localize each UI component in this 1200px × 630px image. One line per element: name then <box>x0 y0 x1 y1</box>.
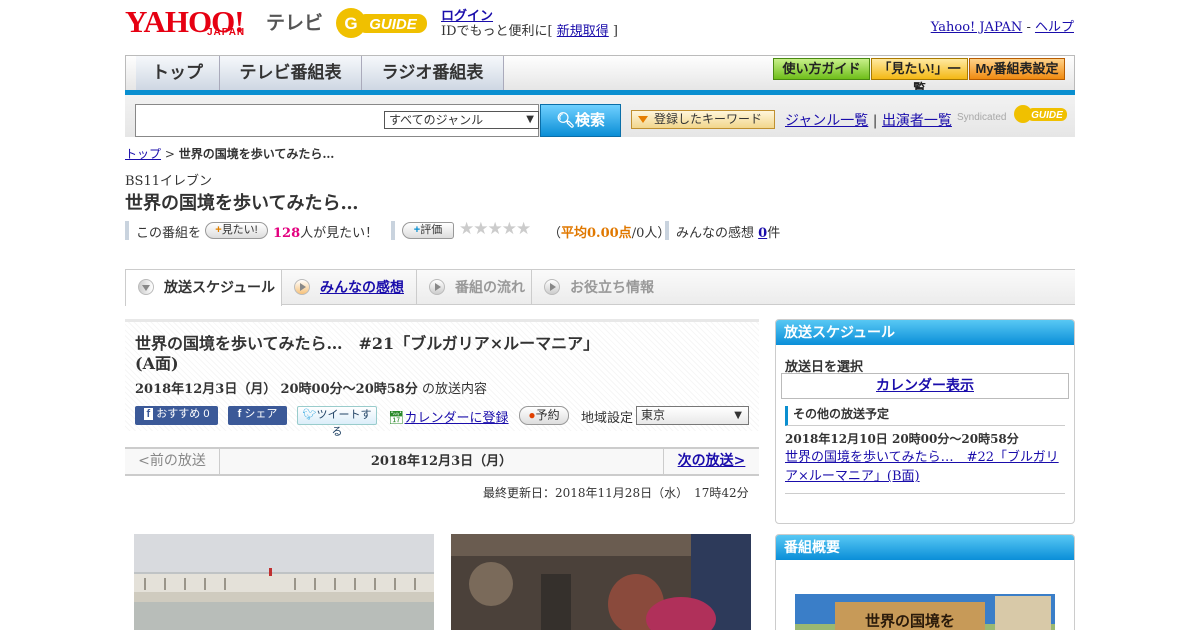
yahoo-japan-logo-subtext: JAPAN <box>207 27 246 38</box>
login-prompt: IDでもっと便利に[ 新規取得 ] <box>441 24 618 39</box>
reserve-button[interactable]: ●予約 <box>519 406 569 425</box>
usage-guide-button[interactable]: 使い方ガイド <box>773 58 870 80</box>
arrow-right-circle-icon <box>294 279 310 295</box>
svg-text:GUIDE: GUIDE <box>369 16 418 33</box>
summary-sidebar-box: 番組概要 世界の国境を <box>775 534 1075 630</box>
program-summary-image: 世界の国境を <box>795 594 1055 630</box>
syndicated-label: Syndicated <box>957 112 1007 123</box>
tab-broadcast-schedule[interactable]: 放送スケジュール <box>125 270 282 306</box>
schedule-sidebar-box: 放送スケジュール 放送日を選択 カレンダー表示 その他の放送予定 2018年12… <box>775 319 1075 524</box>
next-broadcast-link[interactable]: 次の放送> <box>663 449 759 474</box>
want-prefix: この番組を <box>136 226 202 241</box>
dropdown-triangle-icon <box>638 116 648 123</box>
average-rating: （平均0.00点/0人） <box>548 226 671 241</box>
episode-date: 2018年12月3日（月） 20時00分～20時58分 の放送内容 <box>135 382 487 397</box>
yahoo-japan-link[interactable]: Yahoo! JAPAN <box>931 20 1023 35</box>
channel-name: BS11イレブン <box>125 174 213 189</box>
dropdown-arrow-icon: ▼ <box>526 114 534 125</box>
tab-impressions[interactable]: みんなの感想 <box>282 270 417 305</box>
calendar-plus-icon: 📅︎ <box>388 411 405 426</box>
svg-text:GUIDE: GUIDE <box>1031 110 1063 121</box>
calendar-display-box: カレンダー表示 <box>781 373 1069 399</box>
breadcrumb-top-link[interactable]: トップ <box>125 147 161 161</box>
facebook-icon: f <box>237 408 242 420</box>
episode-photo-1 <box>134 534 434 630</box>
svg-text:世界の国境を: 世界の国境を <box>865 612 955 630</box>
register-link[interactable]: 新規取得 <box>557 24 609 39</box>
tab-program-flow[interactable]: 番組の流れ <box>417 270 532 305</box>
search-button[interactable]: 🔍︎検索 <box>540 104 621 137</box>
broadcast-pager: <前の放送 2018年12月3日（月） 次の放送> <box>125 447 759 476</box>
nav-tab-radio-listings[interactable]: ラジオ番組表 <box>362 56 504 91</box>
breadcrumb: トップ > 世界の国境を歩いてみたら… <box>125 147 335 161</box>
region-label: 地域設定 <box>581 411 634 426</box>
nav-tab-tv-listings[interactable]: テレビ番組表 <box>220 56 362 91</box>
help-link[interactable]: ヘルプ <box>1035 20 1074 35</box>
arrow-down-circle-icon <box>138 279 154 295</box>
performer-list-link[interactable]: 出演者一覧 <box>882 113 952 129</box>
page-title: 世界の国境を歩いてみたら… <box>125 193 359 214</box>
header-links: Yahoo! JAPAN - ヘルプ <box>930 20 1074 35</box>
program-tabs: 放送スケジュール みんなの感想 番組の流れ お役立ち情報 <box>125 269 1075 306</box>
prev-broadcast-button[interactable]: <前の放送 <box>125 449 220 474</box>
twitter-icon: 🐦︎ <box>302 409 317 421</box>
program-meta-row: この番組を +見たい! 128人が見たい！ +評価 ★★★★★ （平均0.00点… <box>125 219 825 241</box>
dropdown-arrow-icon: ▼ <box>734 410 742 421</box>
genre-list-link[interactable]: ジャンル一覧 <box>785 113 868 129</box>
tab-useful-info[interactable]: お役立ち情報 <box>532 270 672 305</box>
other-schedule-link[interactable]: 世界の国境を歩いてみたら… #22「ブルガリア×ルーマニア」(B面) <box>785 448 1070 486</box>
recommend-button[interactable]: f おすすめ 0 <box>135 406 218 425</box>
share-row: f おすすめ 0 f シェア 🐦︎ツイートする 📅︎カレンダーに登録 ●予約 地… <box>135 406 755 438</box>
summary-sidebar-heading: 番組概要 <box>776 535 1074 560</box>
breadcrumb-current: 世界の国境を歩いてみたら… <box>178 147 335 161</box>
calendar-register[interactable]: 📅︎カレンダーに登録 <box>388 407 509 426</box>
want-list-button[interactable]: 「見たい!」一覧 <box>871 58 968 96</box>
search-icon: 🔍︎ <box>555 112 576 129</box>
tweet-button[interactable]: 🐦︎ツイートする <box>297 406 377 438</box>
other-schedule-heading: その他の放送予定 <box>785 406 1065 426</box>
facebook-icon: f <box>143 408 154 420</box>
calendar-display-link[interactable]: カレンダー表示 <box>876 378 974 394</box>
tv-label[interactable]: テレビ <box>266 8 323 35</box>
registered-keywords-button[interactable]: 登録したキーワード <box>631 110 775 129</box>
svg-text:G: G <box>344 14 357 33</box>
want-count-text: 128人が見たい！ <box>273 226 379 241</box>
episode-photo-2 <box>451 534 751 630</box>
nav-tab-top[interactable]: トップ <box>136 56 220 91</box>
want-to-watch-button[interactable]: +見たい! <box>205 222 268 239</box>
rate-button[interactable]: +評価 <box>402 222 454 239</box>
gguide-small-logo: GUIDE <box>1013 103 1069 125</box>
episode-title: 世界の国境を歩いてみたら… #21「ブルガリア×ルーマニア」(A面) <box>135 334 592 373</box>
impressions-count: みんなの感想 0件 <box>676 226 781 241</box>
genre-select[interactable]: すべてのジャンル ▼ <box>384 111 539 129</box>
other-schedule-datetime: 2018年12月10日 20時00分～20時58分 <box>785 432 1019 446</box>
region-select[interactable]: 東京 ▼ <box>636 406 749 425</box>
impressions-link[interactable]: 0 <box>758 226 767 241</box>
rating-stars[interactable]: ★★★★★ <box>459 219 531 239</box>
arrow-right-circle-icon <box>544 279 560 295</box>
last-updated: 最終更新日：2018年11月28日（水） 17時42分 <box>483 486 749 500</box>
pager-date: 2018年12月3日（月） <box>370 454 513 469</box>
schedule-sidebar-heading: 放送スケジュール <box>776 320 1074 345</box>
record-dot-icon: ● <box>528 408 536 422</box>
arrow-right-circle-icon <box>429 279 445 295</box>
facebook-share-button[interactable]: f シェア <box>228 406 287 425</box>
gguide-logo[interactable]: G GUIDE <box>335 6 431 40</box>
my-listings-settings-button[interactable]: My番組表設定 <box>969 58 1065 80</box>
genre-links: ジャンル一覧 | 出演者一覧 <box>785 113 952 129</box>
main-nav: トップ テレビ番組表 ラジオ番組表 使い方ガイド 「見たい!」一覧 My番組表設… <box>125 55 1075 96</box>
